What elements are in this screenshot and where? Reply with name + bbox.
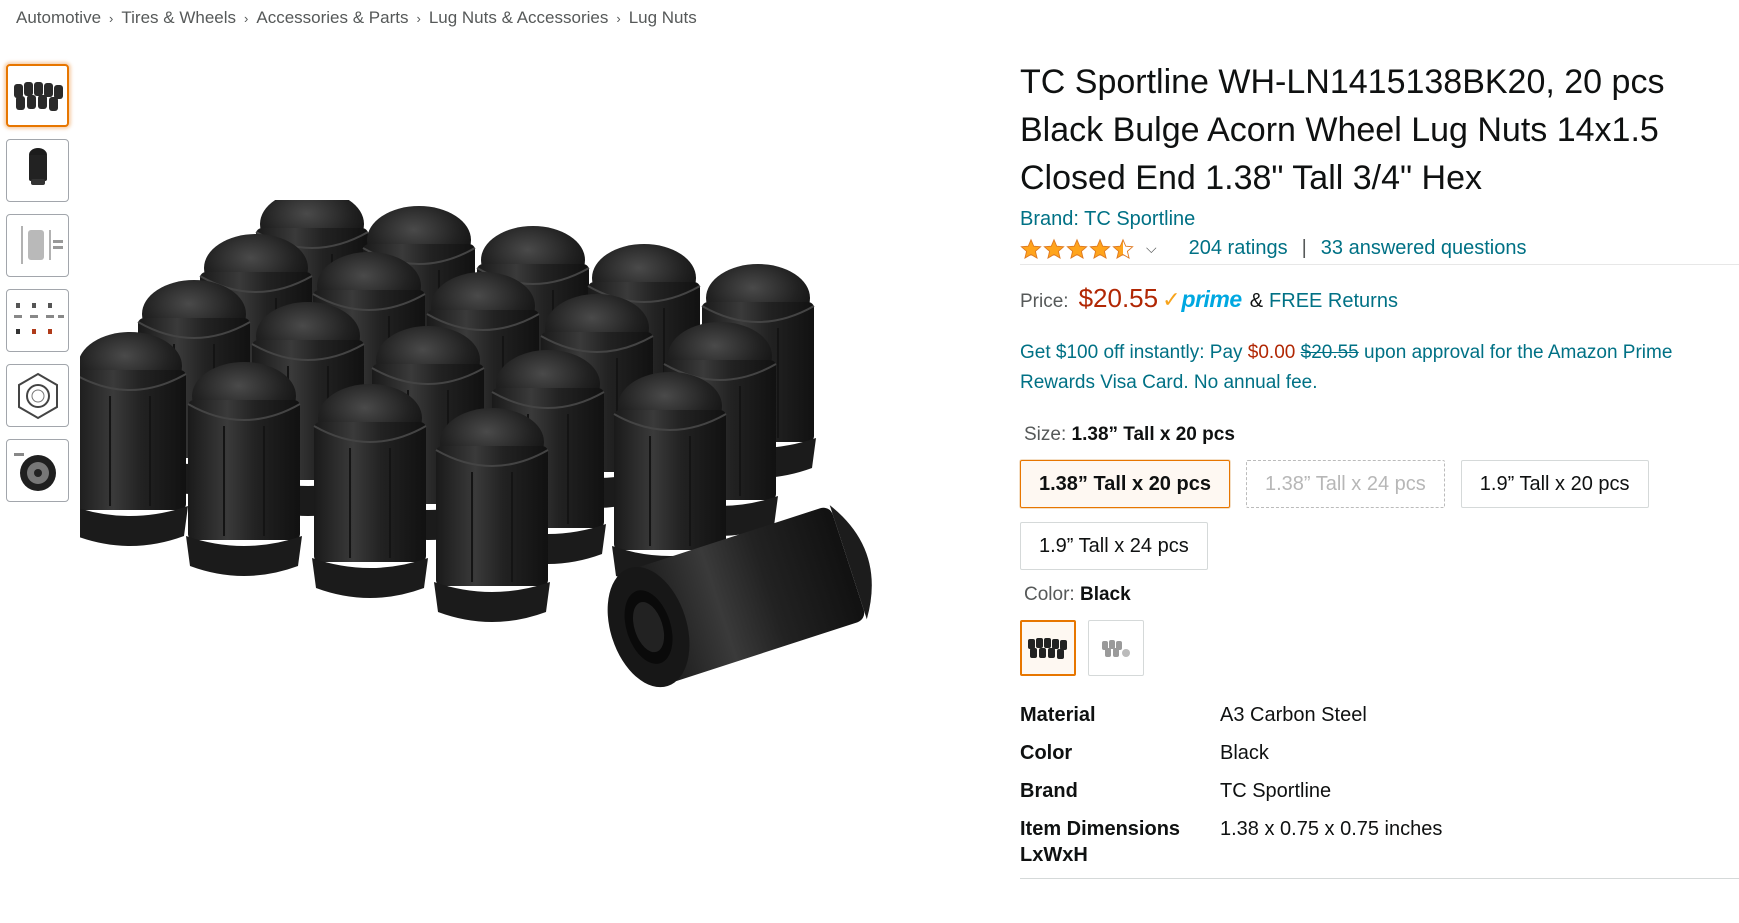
ratings-count-link[interactable]: 204 ratings [1189,237,1288,260]
spec-key: Item Dimensions LxWxH [1020,818,1181,866]
promo-lead: Get $100 off instantly: Pay [1020,342,1248,363]
breadcrumb-lug-nuts[interactable]: Lug Nuts [629,8,697,28]
color-selected-value: Black [1079,584,1131,605]
thumbnail-hex-diagram[interactable] [6,364,69,427]
spec-value: A3 Carbon Steel [1220,704,1367,726]
product-title: TC Sportline WH-LN1415138BK20, 20 pcs Bl… [1020,63,1665,197]
size-label: Size: 1.38” Tall x 20 pcs [1020,424,1739,446]
free-returns-link[interactable]: FREE Returns [1269,290,1398,313]
thumbnail-lug-nut-dimensions[interactable] [6,214,69,277]
spec-key: Material [1020,704,1096,726]
price-value: $20.55 [1078,283,1159,313]
promo-pay-price: $0.00 [1247,342,1296,363]
color-options [1020,620,1739,676]
color-label-text: Color: [1024,584,1080,605]
color-swatch-chrome[interactable] [1088,620,1144,676]
spec-value: 1.38 x 0.75 x 0.75 inches [1220,818,1443,840]
size-options: 1.38” Tall x 20 pcs 1.38” Tall x 24 pcs … [1020,460,1739,570]
main-product-image[interactable] [71,189,940,820]
breadcrumb-lug-nuts-accessories[interactable]: Lug Nuts & Accessories [429,8,609,28]
price-row: Price: $20.55 ✓ prime & FREE Returns [1020,283,1739,314]
star-half-icon [1112,238,1134,259]
lug-nut-set-icon [13,81,63,111]
breadcrumb-automotive[interactable]: Automotive [16,8,101,28]
size-option-1-38-20[interactable]: 1.38” Tall x 20 pcs [1020,460,1230,508]
spec-value: TC Sportline [1220,780,1332,802]
thumbnail-single-lug-nut[interactable] [6,139,69,202]
hex-diagram-icon [17,372,58,419]
star-rating[interactable] [1020,238,1134,260]
size-option-1-9-20[interactable]: 1.9” Tall x 20 pcs [1460,460,1649,508]
chrome-lug-nuts-icon [1102,640,1130,657]
breadcrumb-separator: › [616,10,621,26]
color-swatch-black[interactable] [1020,620,1076,676]
spec-key: Brand [1020,780,1078,802]
lug-nut-dimensions-icon [21,225,63,264]
thumbnail-lug-nut-variants[interactable] [6,289,69,352]
breadcrumb-tires-wheels[interactable]: Tires & Wheels [121,8,236,28]
breadcrumb-accessories-parts[interactable]: Accessories & Parts [256,8,408,28]
spec-value: Black [1220,742,1269,764]
spec-row-color: Color Black [1020,734,1739,772]
spec-row-brand: Brand TC Sportline [1020,772,1739,810]
star-full-icon [1066,238,1088,259]
size-selected-value: 1.38” Tall x 20 pcs [1071,424,1235,445]
specs-divider [1020,878,1739,879]
star-full-icon [1020,238,1042,259]
thumbnail-lug-nut-set[interactable] [6,64,69,127]
color-label: Color: Black [1020,584,1739,606]
prime-logo: prime [1181,286,1243,312]
prime-card-promo[interactable]: Get $100 off instantly: Pay $0.00 $20.55… [1020,338,1739,398]
answered-questions-link[interactable]: 33 answered questions [1321,237,1527,260]
thumbnail-strip [6,64,70,514]
brand-link[interactable]: Brand: TC Sportline [1020,208,1739,231]
size-label-text: Size: [1024,424,1072,445]
chevron-down-icon[interactable]: ⌵ [1146,240,1157,257]
ampersand: & [1249,290,1264,312]
star-full-icon [1043,238,1065,259]
price-label: Price: [1020,291,1069,312]
rating-row: ⌵ 204 ratings | 33 answered questions [1020,237,1739,265]
thumbnail-wheel-install[interactable] [6,439,69,502]
product-details: TC Sportline WH-LN1415138BK20, 20 pcs Bl… [1020,58,1739,879]
lug-nut-product-photo [71,189,872,688]
size-option-1-9-24[interactable]: 1.9” Tall x 24 pcs [1020,522,1208,570]
breadcrumb-separator: › [109,10,114,26]
divider: | [1301,237,1307,259]
lug-nut-variants-icon [13,302,64,334]
black-lug-nuts-icon [1028,638,1067,659]
spec-row-material: Material A3 Carbon Steel [1020,696,1739,734]
breadcrumb-separator: › [244,10,249,26]
prime-check-icon: ✓ [1162,287,1181,312]
wheel-install-icon [13,452,56,491]
spec-row-dimensions: Item Dimensions LxWxH 1.38 x 0.75 x 0.75… [1020,810,1739,874]
promo-strike-price: $20.55 [1300,342,1359,363]
single-lug-nut-icon [28,147,47,185]
spec-key: Color [1020,742,1073,764]
breadcrumb-separator: › [416,10,421,26]
star-full-icon [1089,238,1111,259]
product-specs-table: Material A3 Carbon Steel Color Black Bra… [1020,696,1739,874]
size-option-1-38-24[interactable]: 1.38” Tall x 24 pcs [1245,460,1445,508]
prime-badge[interactable]: ✓ prime [1162,286,1242,313]
breadcrumb: Automotive › Tires & Wheels › Accessorie… [16,8,697,28]
